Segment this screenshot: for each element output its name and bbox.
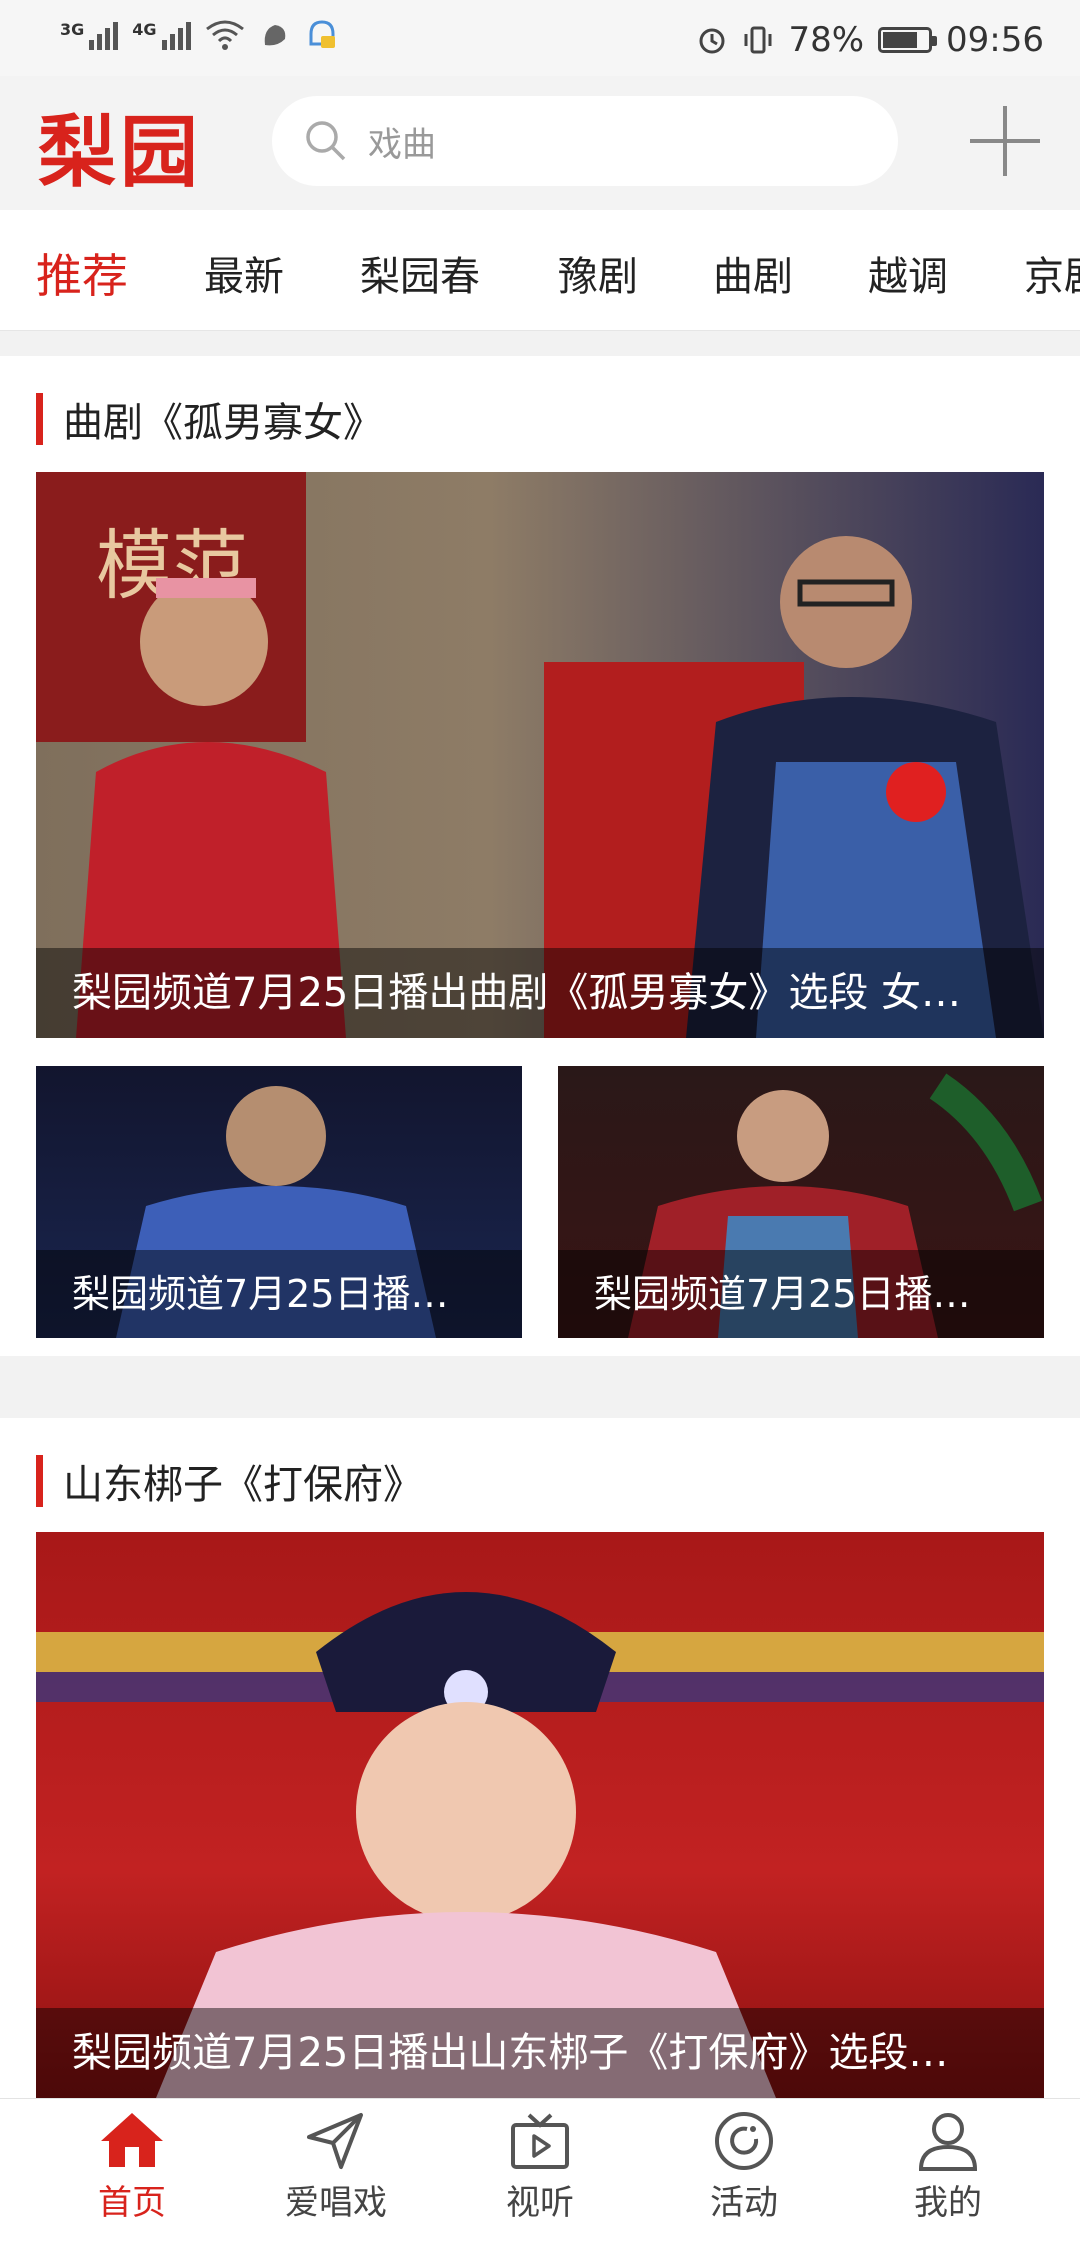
search-icon bbox=[306, 121, 346, 161]
section-title[interactable]: 曲剧《孤男寡女》 bbox=[36, 390, 383, 448]
status-right: 78% 09:56 bbox=[696, 20, 1044, 60]
cellular-signal-icon: 4G bbox=[132, 20, 191, 50]
status-left: 3G 4G bbox=[60, 18, 339, 52]
activity-icon bbox=[715, 2112, 773, 2170]
network-type-label: 3G bbox=[60, 20, 85, 39]
tab-recommend[interactable]: 推荐 bbox=[36, 240, 128, 306]
network-type-label: 4G bbox=[132, 20, 157, 39]
vibrate-icon bbox=[744, 26, 772, 54]
nav-activity[interactable]: 活动 bbox=[674, 2109, 814, 2224]
video-card-main[interactable]: 梨园频道7月25日播出山东梆子《打保府》选段… bbox=[36, 1532, 1044, 2098]
category-tabs: 推荐 最新 梨园春 豫剧 曲剧 越调 京剧 bbox=[0, 210, 1080, 331]
section-marker bbox=[36, 393, 43, 445]
search-input[interactable]: 戏曲 bbox=[368, 117, 436, 166]
video-title: 梨园频道7月25日播… bbox=[558, 1250, 1044, 1338]
chat-notification-icon bbox=[309, 20, 335, 48]
section-title-text: 山东梆子《打保府》 bbox=[63, 1462, 423, 1508]
video-card-sub-2[interactable]: 梨园频道7月25日播… bbox=[558, 1066, 1044, 1338]
nav-label: 活动 bbox=[710, 2183, 778, 2223]
tab-jingju[interactable]: 京剧 bbox=[1024, 244, 1080, 302]
video-title: 梨园频道7月25日播出山东梆子《打保府》选段… bbox=[36, 2008, 1044, 2098]
section-shandong-bangzi: 山东梆子《打保府》 梨园频道7月25日播出山东梆子《打保府》选段… bbox=[0, 1418, 1080, 2098]
tab-quju[interactable]: 曲剧 bbox=[713, 244, 793, 302]
nav-label: 首页 bbox=[98, 2183, 166, 2223]
search-bar[interactable]: 戏曲 bbox=[272, 96, 898, 186]
nav-video[interactable]: 视听 bbox=[470, 2109, 610, 2224]
tab-latest[interactable]: 最新 bbox=[204, 244, 284, 302]
section-quju: 曲剧《孤男寡女》 模范 梨园频道7月25日播出曲剧《孤男寡女》选段 女… 梨园频… bbox=[0, 356, 1080, 1356]
alarm-icon bbox=[699, 28, 725, 54]
user-icon bbox=[918, 2113, 978, 2171]
tab-yuediao[interactable]: 越调 bbox=[868, 244, 948, 302]
video-card-sub-1[interactable]: 梨园频道7月25日播… bbox=[36, 1066, 522, 1338]
nav-home[interactable]: 首页 bbox=[62, 2109, 202, 2224]
home-icon bbox=[101, 2113, 163, 2167]
battery-percent: 78% bbox=[788, 20, 865, 60]
nav-profile[interactable]: 我的 bbox=[878, 2109, 1018, 2224]
cellular-signal-icon: 3G bbox=[60, 20, 119, 50]
section-title-text: 曲剧《孤男寡女》 bbox=[63, 400, 383, 446]
video-title: 梨园频道7月25日播… bbox=[36, 1250, 522, 1338]
tab-liyuanchun[interactable]: 梨园春 bbox=[360, 244, 480, 302]
app-header: 梨园 戏曲 bbox=[0, 76, 1080, 210]
clock: 09:56 bbox=[946, 20, 1044, 60]
section-title[interactable]: 山东梆子《打保府》 bbox=[36, 1452, 423, 1510]
bottom-nav: 首页 爱唱戏 视听 活动 我的 bbox=[0, 2098, 1080, 2245]
nav-label: 视听 bbox=[506, 2183, 574, 2223]
tv-icon bbox=[511, 2113, 569, 2169]
nav-sing[interactable]: 爱唱戏 bbox=[266, 2109, 406, 2224]
video-card-main[interactable]: 模范 梨园频道7月25日播出曲剧《孤男寡女》选段 女… bbox=[36, 472, 1044, 1038]
nav-label: 爱唱戏 bbox=[285, 2183, 387, 2223]
section-marker bbox=[36, 1455, 43, 1507]
tab-yuju[interactable]: 豫剧 bbox=[558, 244, 638, 302]
battery-level bbox=[883, 32, 918, 48]
video-title: 梨园频道7月25日播出曲剧《孤男寡女》选段 女… bbox=[36, 948, 1044, 1038]
app-logo: 梨园 bbox=[38, 107, 203, 198]
app-notification-icon bbox=[264, 25, 285, 46]
status-bar: 3G 4G 78% 09:56 bbox=[0, 0, 1080, 76]
send-icon bbox=[307, 2113, 363, 2169]
battery-icon bbox=[878, 27, 938, 53]
nav-label: 我的 bbox=[914, 2183, 982, 2223]
add-icon[interactable] bbox=[970, 106, 1040, 176]
wifi-icon bbox=[205, 20, 244, 50]
